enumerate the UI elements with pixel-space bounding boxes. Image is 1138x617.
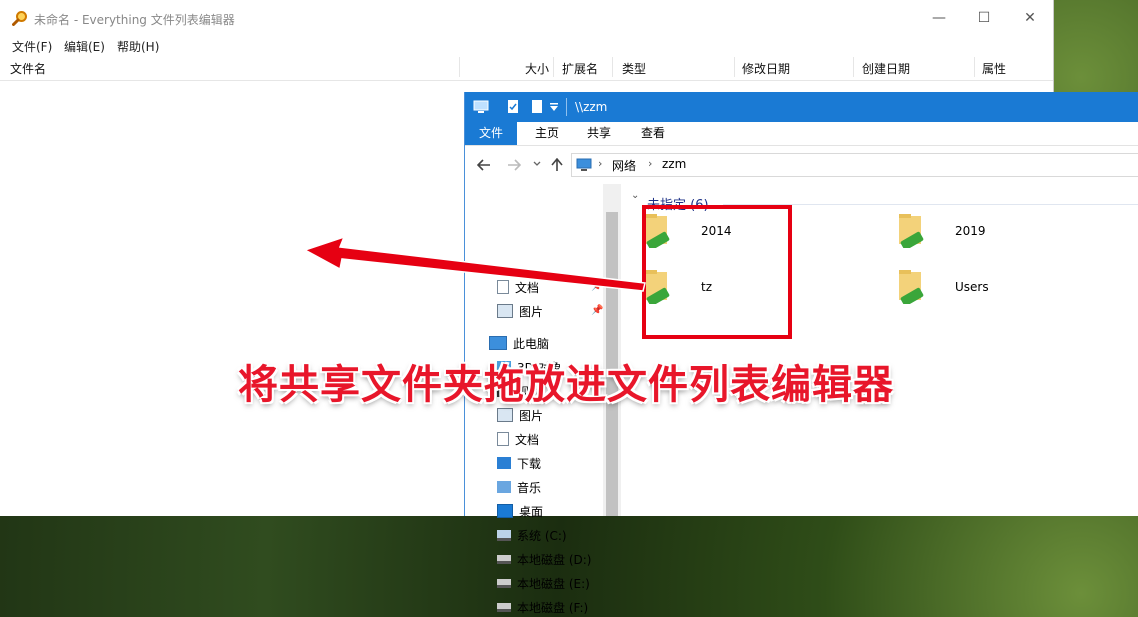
menu-bar: 文件(F) 编辑(E) 帮助(H) <box>0 36 1053 54</box>
forward-arrow-icon[interactable] <box>507 159 521 171</box>
nav-item-drive-f[interactable]: 本地磁盘 (F:) <box>497 597 588 617</box>
explorer-window: \\zzm 文件 主页 共享 查看 › 网络 › zzm 文档 图片 📌 此电脑… <box>464 92 1138 615</box>
computer-icon <box>489 336 507 350</box>
tab-view[interactable]: 查看 <box>627 122 679 145</box>
everything-title-bar[interactable]: 未命名 - Everything 文件列表编辑器 — ☐ ✕ <box>0 0 1053 36</box>
drive-icon <box>497 529 511 541</box>
pin-icon[interactable]: 📌 <box>591 305 603 316</box>
download-icon <box>497 457 511 469</box>
column-separator[interactable] <box>459 57 460 77</box>
breadcrumb-zzm[interactable]: zzm <box>662 157 686 171</box>
magnifier-logo-icon <box>12 11 27 26</box>
window-title: 未命名 - Everything 文件列表编辑器 <box>34 13 235 27</box>
column-filename[interactable]: 文件名 <box>10 60 46 77</box>
back-arrow-icon[interactable] <box>477 159 491 171</box>
column-separator[interactable] <box>974 57 975 77</box>
breadcrumb-chevron-icon: › <box>648 157 653 170</box>
computer-icon <box>576 158 592 171</box>
nav-label: 本地磁盘 (D:) <box>517 552 592 567</box>
column-attributes[interactable]: 属性 <box>982 60 1006 77</box>
music-icon <box>497 481 511 493</box>
red-arrow-icon <box>303 235 646 292</box>
folder-label: 2019 <box>955 224 986 238</box>
nav-label: 文档 <box>515 432 540 447</box>
tab-home[interactable]: 主页 <box>521 122 573 145</box>
nav-item-desktop[interactable]: 桌面 <box>497 501 543 521</box>
picture-icon <box>497 304 513 318</box>
column-separator[interactable] <box>553 57 554 77</box>
tab-file[interactable]: 文件 <box>465 122 518 145</box>
maximize-button[interactable]: ☐ <box>961 0 1007 36</box>
title-divider <box>566 98 567 116</box>
minimize-button[interactable]: — <box>916 0 962 36</box>
breadcrumb-chevron-icon: › <box>598 157 603 170</box>
picture-icon <box>497 408 513 422</box>
column-separator[interactable] <box>612 57 613 77</box>
ribbon-tabs: 文件 主页 共享 查看 <box>465 122 1138 146</box>
nav-item-drive-e[interactable]: 本地磁盘 (E:) <box>497 573 590 593</box>
nav-label: 此电脑 <box>513 336 550 351</box>
properties-icon[interactable] <box>507 99 519 114</box>
quick-access-dropdown-icon[interactable] <box>549 102 559 112</box>
up-arrow-icon[interactable] <box>551 158 563 172</box>
drive-icon <box>497 578 511 588</box>
menu-edit[interactable]: 编辑(E) <box>64 38 105 55</box>
column-size[interactable]: 大小 <box>525 60 549 77</box>
folder-users[interactable]: Users <box>899 270 1079 318</box>
document-icon <box>497 432 509 446</box>
shared-folder-icon <box>899 214 924 248</box>
folder-2019[interactable]: 2019 <box>899 214 1079 262</box>
column-header-row: 文件名 大小 扩展名 类型 修改日期 创建日期 属性 <box>0 54 1053 81</box>
nav-item-this-pc[interactable]: 此电脑 <box>489 333 549 353</box>
column-extension[interactable]: 扩展名 <box>562 60 598 77</box>
breadcrumb-network[interactable]: 网络 <box>612 157 636 174</box>
address-box[interactable]: › 网络 › zzm <box>571 153 1138 177</box>
tab-share[interactable]: 共享 <box>573 122 625 145</box>
nav-label: 桌面 <box>519 504 544 519</box>
nav-label: 音乐 <box>517 480 542 495</box>
column-separator[interactable] <box>734 57 735 77</box>
folder-label: Users <box>955 280 989 294</box>
nav-label: 本地磁盘 (E:) <box>517 576 590 591</box>
nav-item-pictures-pinned[interactable]: 图片 <box>497 301 543 321</box>
nav-item-drive-d[interactable]: 本地磁盘 (D:) <box>497 549 591 569</box>
column-separator[interactable] <box>853 57 854 77</box>
recent-chevron-down-icon[interactable] <box>533 161 541 167</box>
menu-help[interactable]: 帮助(H) <box>117 38 159 55</box>
nav-item-music[interactable]: 音乐 <box>497 477 541 497</box>
explorer-title-bar[interactable]: \\zzm <box>465 92 1138 122</box>
shared-folder-icon <box>899 270 924 304</box>
new-folder-icon[interactable] <box>531 99 543 114</box>
nav-item-documents[interactable]: 文档 <box>497 429 539 449</box>
nav-item-drive-c[interactable]: 系统 (C:) <box>497 525 567 545</box>
close-button[interactable]: ✕ <box>1007 0 1053 36</box>
group-collapse-chevron-icon[interactable]: ⌄ <box>631 190 639 201</box>
column-created[interactable]: 创建日期 <box>862 60 910 77</box>
instruction-caption: 将共享文件夹拖放进文件列表编辑器 <box>238 361 894 408</box>
nav-label: 下载 <box>517 456 542 471</box>
nav-label: 系统 (C:) <box>517 528 567 543</box>
column-modified[interactable]: 修改日期 <box>742 60 790 77</box>
nav-label: 本地磁盘 (F:) <box>517 600 589 615</box>
nav-item-downloads[interactable]: 下载 <box>497 453 541 473</box>
nav-label: 图片 <box>519 304 544 319</box>
address-bar-row: › 网络 › zzm <box>465 150 1138 180</box>
column-type[interactable]: 类型 <box>622 60 646 77</box>
computer-icon <box>473 100 489 113</box>
highlight-box <box>642 205 792 339</box>
drive-icon <box>497 602 511 612</box>
menu-file[interactable]: 文件(F) <box>12 38 52 55</box>
drive-icon <box>497 554 511 564</box>
explorer-title: \\zzm <box>575 100 608 114</box>
